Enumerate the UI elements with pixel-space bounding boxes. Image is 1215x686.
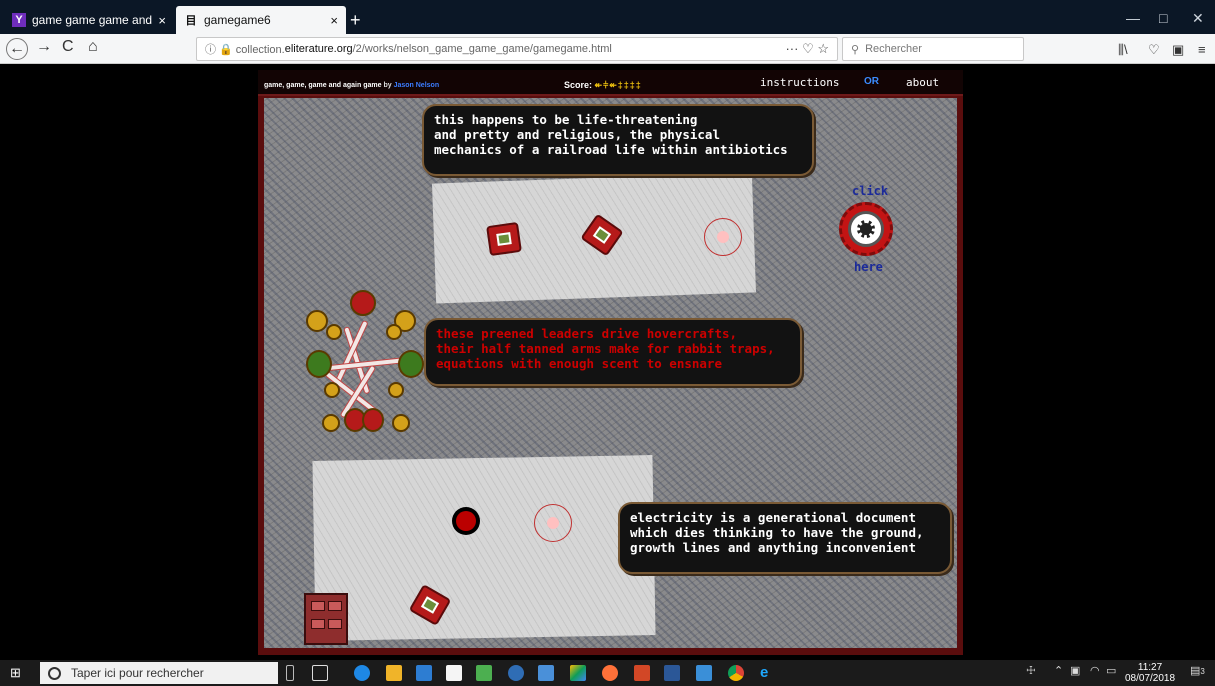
battery-icon[interactable]: ▭ bbox=[1106, 664, 1116, 677]
url-prefix: ⓘ 🔒 collection. bbox=[205, 44, 285, 56]
click-here-wheel-button[interactable] bbox=[839, 202, 893, 256]
url-bar[interactable]: ⓘ 🔒 collection. eliterature.org /2/works… bbox=[196, 37, 838, 61]
sidebar-icon[interactable]: ▣ bbox=[1172, 42, 1184, 58]
drive-icon[interactable] bbox=[570, 665, 586, 681]
ghost-target-icon bbox=[534, 504, 572, 542]
poem-box-1: this happens to be life-threatening and … bbox=[422, 104, 814, 176]
wifi-icon[interactable]: ◠ bbox=[1090, 664, 1100, 677]
people-icon[interactable]: ☩ bbox=[1026, 664, 1036, 677]
chrome-icon[interactable] bbox=[728, 665, 744, 681]
page-actions-icon[interactable]: ··· ♡ ☆ bbox=[785, 41, 829, 57]
home-button[interactable]: ⌂ bbox=[88, 38, 98, 56]
taskbar-search-input[interactable]: Taper ici pour rechercher bbox=[40, 662, 278, 684]
browser-titlebar: Y game game game and again ga × 目 gamega… bbox=[0, 0, 1215, 34]
spiky-mine-icon bbox=[456, 511, 476, 531]
task-view-icon[interactable] bbox=[312, 665, 328, 681]
url-host: eliterature.org bbox=[284, 43, 353, 55]
score-value: ↞⫩↞‡‡‡‡ bbox=[594, 80, 642, 90]
windows-taskbar: ⊞ Taper ici pour rechercher e ☩ ⌃ ▣ ◠ ▭ … bbox=[0, 660, 1215, 686]
app-green-icon[interactable] bbox=[476, 665, 492, 681]
yc-icon: Y bbox=[12, 13, 26, 27]
game-title: game, game, game and again game by Jason… bbox=[264, 82, 440, 89]
page-icon: 目 bbox=[185, 15, 197, 27]
game-field: this happens to be life-threatening and … bbox=[264, 98, 957, 648]
url-path: /2/works/nelson_game_game_game/gamegame.… bbox=[352, 43, 612, 55]
powerpoint-icon[interactable] bbox=[634, 665, 650, 681]
forward-button[interactable]: → bbox=[36, 38, 52, 56]
pocket-icon[interactable]: ♡ bbox=[1148, 42, 1160, 58]
tab-game-game-game[interactable]: Y game game game and again ga × bbox=[4, 6, 174, 34]
instructions-link[interactable]: instructions bbox=[760, 76, 839, 89]
wheel-hub-icon bbox=[857, 220, 875, 238]
photos-icon[interactable] bbox=[416, 665, 432, 681]
tab-label: gamegame6 bbox=[204, 13, 271, 27]
navigation-bar: ← → C ⌂ ⓘ 🔒 collection. eliterature.org … bbox=[0, 34, 1215, 64]
ie-icon[interactable]: e bbox=[760, 665, 776, 681]
tab-label: game game game and again ga bbox=[32, 13, 153, 27]
back-button[interactable]: ← bbox=[6, 38, 28, 60]
app-blue-icon[interactable] bbox=[508, 665, 524, 681]
ghost-target-icon bbox=[704, 218, 742, 256]
click-label: click bbox=[852, 184, 889, 198]
light-platform bbox=[312, 455, 656, 641]
game-header: game, game, game and again game by Jason… bbox=[258, 70, 963, 96]
file-explorer-icon[interactable] bbox=[386, 665, 402, 681]
store-icon[interactable] bbox=[446, 665, 462, 681]
tab-gamegame6[interactable]: 目 gamegame6 × bbox=[176, 6, 346, 34]
or-label: OR bbox=[864, 76, 879, 87]
search-input[interactable]: ⚲ Rechercher bbox=[842, 37, 1024, 61]
word-icon[interactable] bbox=[664, 665, 680, 681]
search-placeholder: Rechercher bbox=[865, 43, 922, 55]
library-icon[interactable]: ⫼\ bbox=[1118, 42, 1128, 58]
minimize-icon[interactable]: — bbox=[1126, 10, 1140, 26]
door-icon bbox=[304, 593, 348, 645]
firefox-icon[interactable] bbox=[602, 665, 618, 681]
close-window-icon[interactable]: ✕ bbox=[1192, 10, 1204, 27]
tray-chevron-icon[interactable]: ⌃ bbox=[1054, 664, 1063, 677]
windows-start-icon[interactable]: ⊞ bbox=[10, 665, 21, 681]
poem-box-2: these preened leaders drive hovercrafts,… bbox=[424, 318, 802, 386]
edge-icon[interactable] bbox=[354, 665, 370, 681]
close-icon[interactable]: × bbox=[330, 13, 338, 28]
close-icon[interactable]: × bbox=[158, 13, 166, 28]
poem-box-3: electricity is a generational document w… bbox=[618, 502, 952, 574]
reload-button[interactable]: C bbox=[62, 38, 74, 56]
notification-center-icon[interactable]: ▤3 bbox=[1190, 664, 1205, 677]
new-tab-button[interactable]: + bbox=[350, 10, 361, 31]
cortana-icon bbox=[48, 666, 61, 680]
wheel-ring-icon bbox=[848, 211, 884, 247]
mic-icon[interactable] bbox=[286, 665, 294, 681]
maximize-icon[interactable]: □ bbox=[1159, 10, 1167, 26]
search-icon: ⚲ bbox=[851, 43, 860, 56]
about-link[interactable]: about bbox=[906, 76, 939, 89]
pentagram-creature-icon bbox=[306, 290, 424, 438]
camera-icon[interactable] bbox=[696, 665, 712, 681]
bug-enemy-icon bbox=[486, 221, 522, 257]
score-display: Score: ↞⫩↞‡‡‡‡ bbox=[564, 80, 642, 90]
game-frame: game, game, game and again game by Jason… bbox=[258, 70, 963, 655]
menu-icon[interactable]: ≡ bbox=[1198, 42, 1206, 57]
app-window-icon[interactable] bbox=[538, 665, 554, 681]
here-label: here bbox=[854, 260, 883, 274]
page-content: game, game, game and again game by Jason… bbox=[0, 65, 1215, 660]
clock[interactable]: 11:27 08/07/2018 bbox=[1125, 662, 1175, 684]
tray-app-icon[interactable]: ▣ bbox=[1070, 664, 1080, 677]
author-link[interactable]: Jason Nelson bbox=[394, 82, 440, 89]
